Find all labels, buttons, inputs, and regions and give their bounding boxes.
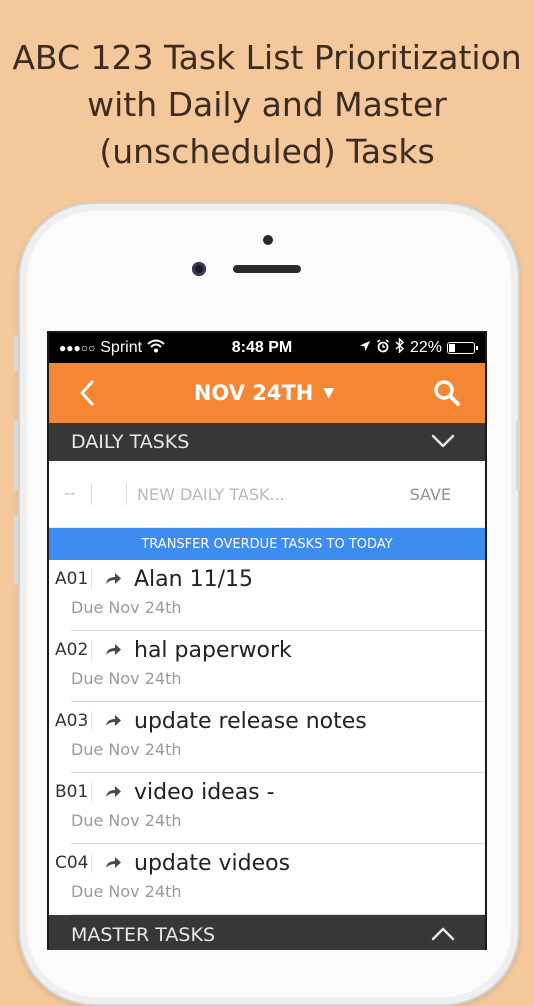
save-button[interactable]: SAVE	[410, 485, 485, 504]
task-main: A01 Alan 11/15	[49, 560, 485, 598]
task-priority-code: A01	[55, 569, 89, 589]
forward-arrow-icon[interactable]	[91, 640, 134, 660]
task-priority-code: C04	[55, 853, 89, 873]
daily-tasks-header[interactable]: DAILY TASKS	[49, 423, 485, 461]
transfer-overdue-button[interactable]: TRANSFER OVERDUE TASKS TO TODAY	[49, 528, 485, 560]
forward-arrow-icon[interactable]	[91, 711, 134, 731]
chevron-up-icon[interactable]	[431, 924, 455, 946]
battery-percent: 22%	[409, 339, 442, 356]
daily-tasks-title: DAILY TASKS	[71, 431, 190, 453]
alarm-icon	[376, 338, 390, 358]
status-bar: ●●●○○ Sprint 8:48 PM 22%	[49, 333, 485, 363]
promo-headline: ABC 123 Task List Prioritization with Da…	[0, 34, 534, 175]
task-main: A03 update release notes	[49, 702, 485, 740]
task-title: hal paperwork	[134, 637, 292, 663]
location-arrow-icon	[359, 339, 371, 357]
new-task-row: -- NEW DAILY TASK... SAVE	[49, 461, 485, 528]
task-due-date: Due Nov 24th	[71, 598, 182, 617]
priority-field[interactable]: --	[49, 483, 92, 505]
task-main: C04 update videos	[49, 844, 485, 882]
task-row[interactable]: C04 update videos Due Nov 24th	[49, 844, 485, 915]
forward-arrow-icon[interactable]	[91, 782, 134, 802]
phone-speaker	[233, 265, 301, 273]
forward-arrow-icon[interactable]	[91, 569, 134, 589]
task-title: update release notes	[134, 708, 367, 734]
chevron-down-icon[interactable]	[431, 431, 455, 453]
forward-arrow-icon[interactable]	[91, 853, 134, 873]
task-row[interactable]: A01 Alan 11/15 Due Nov 24th	[49, 560, 485, 631]
dropdown-caret-icon: ▼	[323, 385, 335, 401]
app-screen: ●●●○○ Sprint 8:48 PM 22% NOV 24TH ▼ DAIL…	[47, 331, 487, 950]
task-title: Alan 11/15	[134, 566, 253, 592]
phone-volume-up	[14, 420, 18, 490]
wifi-icon	[147, 339, 165, 358]
phone-volume-down	[14, 515, 18, 585]
task-title: video ideas -	[134, 779, 275, 805]
master-tasks-header[interactable]: MASTER TASKS	[49, 915, 485, 950]
task-row[interactable]: B01 video ideas - Due Nov 24th	[49, 773, 485, 844]
master-tasks-title: MASTER TASKS	[71, 924, 216, 946]
status-right: 22%	[359, 337, 478, 358]
phone-side-button	[14, 335, 18, 371]
search-icon[interactable]	[433, 379, 461, 407]
nav-bar: NOV 24TH ▼	[49, 363, 485, 423]
task-list: A01 Alan 11/15 Due Nov 24th A02 hal paperwor…	[49, 560, 485, 915]
chevron-left-icon[interactable]	[79, 380, 95, 406]
carrier-name: Sprint	[100, 339, 143, 356]
front-camera-icon	[192, 262, 206, 276]
task-due-date: Due Nov 24th	[71, 811, 182, 830]
task-row[interactable]: A03 update release notes Due Nov 24th	[49, 702, 485, 773]
status-left: ●●●○○ Sprint	[59, 339, 165, 358]
battery-level	[448, 344, 455, 352]
task-priority-code: A02	[55, 640, 89, 660]
task-main: A02 hal paperwork	[49, 631, 485, 669]
headline-line-2: with Daily and Master	[87, 85, 447, 124]
entry-divider	[92, 483, 127, 505]
signal-strength-icon: ●●●○○	[59, 341, 96, 355]
headline-line-1: ABC 123 Task List Prioritization	[12, 38, 522, 77]
task-main: B01 video ideas -	[49, 773, 485, 811]
task-title: update videos	[134, 850, 291, 876]
task-row[interactable]: A02 hal paperwork Due Nov 24th	[49, 631, 485, 702]
task-priority-code: A03	[55, 711, 89, 731]
date-selector[interactable]: NOV 24TH ▼	[194, 381, 334, 405]
task-due-date: Due Nov 24th	[71, 740, 182, 759]
date-label: NOV 24TH	[193, 381, 314, 405]
status-time: 8:48 PM	[231, 339, 293, 356]
task-priority-code: B01	[55, 782, 89, 802]
bluetooth-icon	[395, 337, 405, 358]
new-task-input[interactable]: NEW DAILY TASK...	[127, 485, 410, 504]
phone-power-button	[516, 420, 520, 490]
phone-sensor	[263, 235, 273, 245]
headline-line-3: (unscheduled) Tasks	[99, 132, 435, 171]
battery-icon	[446, 342, 478, 354]
task-due-date: Due Nov 24th	[71, 669, 182, 688]
task-due-date: Due Nov 24th	[71, 882, 182, 901]
